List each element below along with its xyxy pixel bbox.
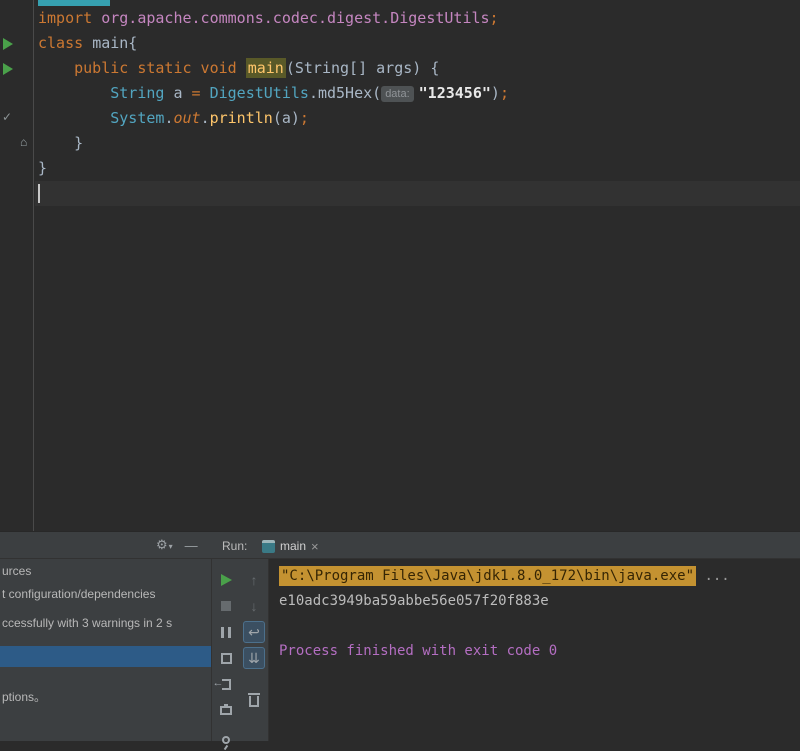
code-token: ; (499, 84, 509, 102)
trash-icon (248, 693, 260, 707)
code-line: } (38, 156, 509, 181)
console-lines: "C:\Program Files\Java\jdk1.8.0_172\bin\… (269, 559, 800, 664)
print-button[interactable] (215, 699, 237, 721)
code-token: class (38, 34, 93, 52)
scroll-to-end-button[interactable]: ⇊ (243, 647, 265, 669)
message-row[interactable]: urces (0, 561, 211, 581)
code-token: org.apache.commons.codec.digest.DigestUt… (101, 9, 490, 27)
message-row-selected[interactable] (0, 646, 211, 667)
pin-icon (222, 736, 230, 744)
code-token: println (209, 109, 273, 127)
code-token: } (38, 134, 84, 152)
exit-icon (213, 678, 231, 690)
current-line-highlight (35, 181, 800, 206)
console-toolbar: ↑ ↓ ↩ ⇊ (240, 559, 268, 741)
code-token: . (200, 109, 210, 127)
code-token: main (245, 58, 286, 78)
exit-button[interactable] (213, 673, 237, 695)
console-line: "C:\Program Files\Java\jdk1.8.0_172\bin\… (279, 564, 800, 589)
pause-output-button[interactable] (215, 621, 237, 643)
console-line: e10adc3949ba59abbe56e057f20f883e (279, 593, 549, 609)
code-token: ) (490, 84, 500, 102)
code-token: ; (299, 109, 309, 127)
code-token: import (38, 9, 102, 27)
play-icon (220, 574, 232, 586)
code-token: "123456" (418, 84, 491, 102)
glyph-icon: ⇊ (248, 650, 260, 666)
code-token: ( (372, 84, 382, 102)
code-token: = (191, 84, 210, 102)
run-gutter-icon[interactable] (3, 38, 13, 50)
close-tab-icon[interactable]: × (311, 539, 319, 554)
code-line: class main{ (38, 31, 509, 56)
stop-button[interactable] (215, 595, 237, 617)
console-output[interactable]: "C:\Program Files\Java\jdk1.8.0_172\bin\… (269, 559, 800, 741)
code-token: public static void (74, 59, 246, 77)
editor-gutter (0, 0, 34, 531)
message-row[interactable]: ptions。 (0, 687, 211, 707)
code-line: } (38, 131, 509, 156)
console-icon (262, 539, 275, 553)
code-token: . (308, 84, 318, 102)
bottom-tool-windows: ⚙▾ — Run: main × urces t configuration/de… (0, 531, 800, 744)
code-lines: import org.apache.commons.codec.digest.D… (38, 6, 509, 181)
code-token: String (110, 84, 165, 102)
code-editor[interactable]: import org.apache.commons.codec.digest.D… (0, 0, 800, 531)
code-token: } (38, 159, 48, 177)
pause-icon (221, 626, 231, 638)
code-line: String a = DigestUtils.md5Hex(data: "1234… (38, 81, 509, 106)
soft-wrap-button[interactable]: ↩ (243, 621, 265, 643)
text-caret (38, 184, 40, 203)
run-tab-label: main (280, 539, 307, 553)
message-row[interactable]: ccessfully with 3 warnings in 2 s (0, 613, 211, 633)
rerun-button[interactable] (215, 569, 237, 591)
code-token: md5Hex (317, 84, 373, 102)
glyph-icon: ↑ (250, 572, 258, 588)
run-gutter-icon[interactable] (3, 63, 13, 75)
console-line: Process finished with exit code 0 (279, 643, 558, 659)
code-token: DigestUtils (209, 84, 309, 102)
message-row[interactable]: t configuration/dependencies (0, 584, 211, 604)
code-token: ( (285, 59, 295, 77)
code-token: String[] args) { (294, 59, 440, 77)
code-token: System (110, 109, 165, 127)
glyph-icon: ↩ (248, 624, 260, 640)
code-token: main{ (92, 34, 138, 52)
print-icon (220, 703, 232, 715)
code-line: public static void main (String[] args) { (38, 56, 509, 81)
code-token: (a) (272, 109, 300, 127)
command-ellipsis: ... (696, 568, 730, 584)
run-toolbar (212, 559, 240, 744)
bookmark-icon: ⌂ (20, 135, 28, 149)
build-messages-panel: urces t configuration/dependencies ccessfu… (0, 532, 211, 741)
glyph-icon: ↓ (250, 598, 258, 614)
command-line-text: "C:\Program Files\Java\jdk1.8.0_172\bin\… (279, 566, 697, 586)
code-line: import org.apache.commons.codec.digest.D… (38, 6, 509, 31)
code-line: System.out.println(a); (38, 106, 509, 131)
code-token: a (164, 84, 192, 102)
up-stack-trace-button[interactable]: ↑ (243, 569, 265, 591)
parameter-hint-chip: data: (381, 86, 414, 102)
run-tab-main[interactable]: main × (256, 535, 325, 557)
down-stack-trace-button[interactable]: ↓ (243, 595, 265, 617)
check-icon: ✓ (2, 110, 13, 124)
pin-tab-button[interactable] (215, 729, 237, 751)
code-token: ; (489, 9, 499, 27)
frame-icon (220, 652, 232, 664)
clear-all-button[interactable] (243, 689, 265, 711)
stop-icon (221, 601, 231, 611)
code-token: out (173, 109, 201, 127)
restore-layout-button[interactable] (215, 647, 237, 669)
run-label: Run: (222, 539, 248, 553)
